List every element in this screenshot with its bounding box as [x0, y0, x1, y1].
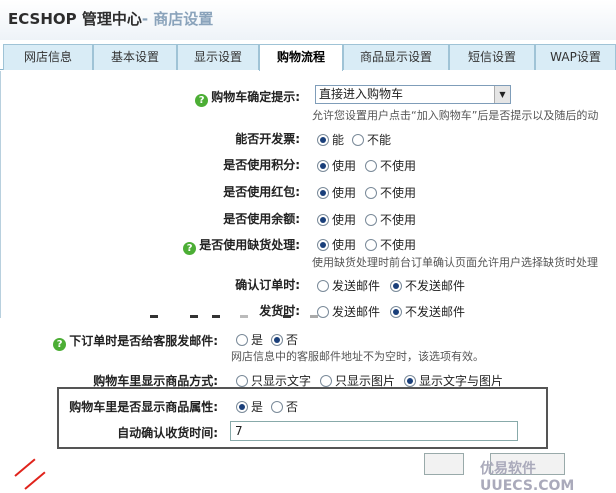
submit-button[interactable]	[424, 453, 464, 475]
radio-icon	[390, 280, 402, 292]
radio-icon	[236, 375, 248, 387]
radio-icon	[365, 187, 377, 199]
points-label: 是否使用积分:	[223, 158, 300, 172]
invoice-label: 能否开发票:	[235, 132, 300, 146]
radio-icon	[365, 214, 377, 226]
tab-shopping-flow[interactable]: 购物流程	[259, 44, 343, 71]
cart-confirm-label: ? 购物车确定提示:	[150, 88, 300, 107]
radio-icon	[317, 239, 329, 251]
radio-icon	[317, 134, 329, 146]
confirm-order-label: 确认订单时:	[235, 278, 300, 292]
cart-attr-label: 购物车里是否显示商品属性:	[69, 400, 218, 414]
confirm-order-nosend[interactable]: 不发送邮件	[390, 277, 465, 294]
bonus-label: 是否使用红包:	[223, 185, 300, 199]
radio-icon	[271, 334, 283, 346]
watermark: 优易软件 UUECS.COM	[480, 461, 575, 493]
balance-use[interactable]: 使用	[317, 211, 356, 228]
help-icon[interactable]: ?	[195, 94, 209, 107]
order-mail-label: ? 下订单时是否给客服发邮件:	[20, 332, 218, 351]
tab-display[interactable]: 显示设置	[177, 44, 259, 70]
radio-icon	[317, 214, 329, 226]
ship-label: 发货时:	[259, 304, 300, 318]
tab-basic[interactable]: 基本设置	[93, 44, 177, 70]
tab-bar: 网店信息 基本设置 显示设置 购物流程 商品显示设置 短信设置 WAP设置	[0, 44, 616, 71]
auto-receive-input[interactable]: 7	[230, 421, 518, 441]
tab-goods-display[interactable]: 商品显示设置	[343, 44, 449, 70]
radio-icon	[317, 280, 329, 292]
radio-icon	[317, 160, 329, 172]
radio-icon	[320, 375, 332, 387]
radio-icon	[390, 306, 402, 318]
header-bar: ECSHOP 管理中心- 商店设置	[0, 0, 616, 40]
tab-wap[interactable]: WAP设置	[535, 44, 616, 70]
balance-no[interactable]: 不使用	[365, 211, 416, 228]
chevron-down-icon: ▼	[494, 86, 510, 103]
order-mail-note: 网店信息中的客服邮件地址不为空时，该选项有效。	[231, 350, 484, 363]
cart-confirm-note: 允许您设置用户点击“加入购物车”后是否提示以及随后的动	[312, 109, 599, 122]
stock-no[interactable]: 不使用	[365, 236, 416, 253]
stock-label: ? 是否使用缺货处理:	[120, 236, 300, 255]
radio-icon	[365, 239, 377, 251]
bonus-no[interactable]: 不使用	[365, 184, 416, 201]
radio-icon	[404, 375, 416, 387]
points-use[interactable]: 使用	[317, 157, 356, 174]
radio-icon	[317, 187, 329, 199]
order-mail-yes[interactable]: 是	[236, 331, 263, 348]
confirm-order-send[interactable]: 发送邮件	[317, 277, 380, 294]
radio-icon	[352, 134, 364, 146]
invoice-no[interactable]: 不能	[352, 131, 391, 148]
points-no[interactable]: 不使用	[365, 157, 416, 174]
auto-receive-label: 自动确认收货时间:	[117, 426, 218, 440]
cart-attr-no[interactable]: 否	[271, 398, 298, 415]
balance-label: 是否使用余额:	[223, 212, 300, 226]
app-title: ECSHOP 管理中心- 商店设置	[8, 10, 214, 28]
radio-icon	[317, 306, 329, 318]
radio-icon	[236, 401, 248, 413]
invoice-yes[interactable]: 能	[317, 131, 344, 148]
radio-icon	[236, 334, 248, 346]
order-mail-no[interactable]: 否	[271, 331, 298, 348]
tab-sms[interactable]: 短信设置	[449, 44, 535, 70]
cart-confirm-select[interactable]: 直接进入购物车 ▼	[315, 85, 511, 104]
stock-use[interactable]: 使用	[317, 236, 356, 253]
radio-icon	[271, 401, 283, 413]
help-icon[interactable]: ?	[183, 242, 197, 255]
help-icon[interactable]: ?	[53, 338, 67, 351]
radio-icon	[365, 160, 377, 172]
cart-attr-yes[interactable]: 是	[236, 398, 263, 415]
tab-shop-info[interactable]: 网店信息	[3, 44, 93, 70]
bonus-use[interactable]: 使用	[317, 184, 356, 201]
stock-note: 使用缺货处理时前台订单确认页面允许用户选择缺货时处理	[312, 256, 598, 269]
